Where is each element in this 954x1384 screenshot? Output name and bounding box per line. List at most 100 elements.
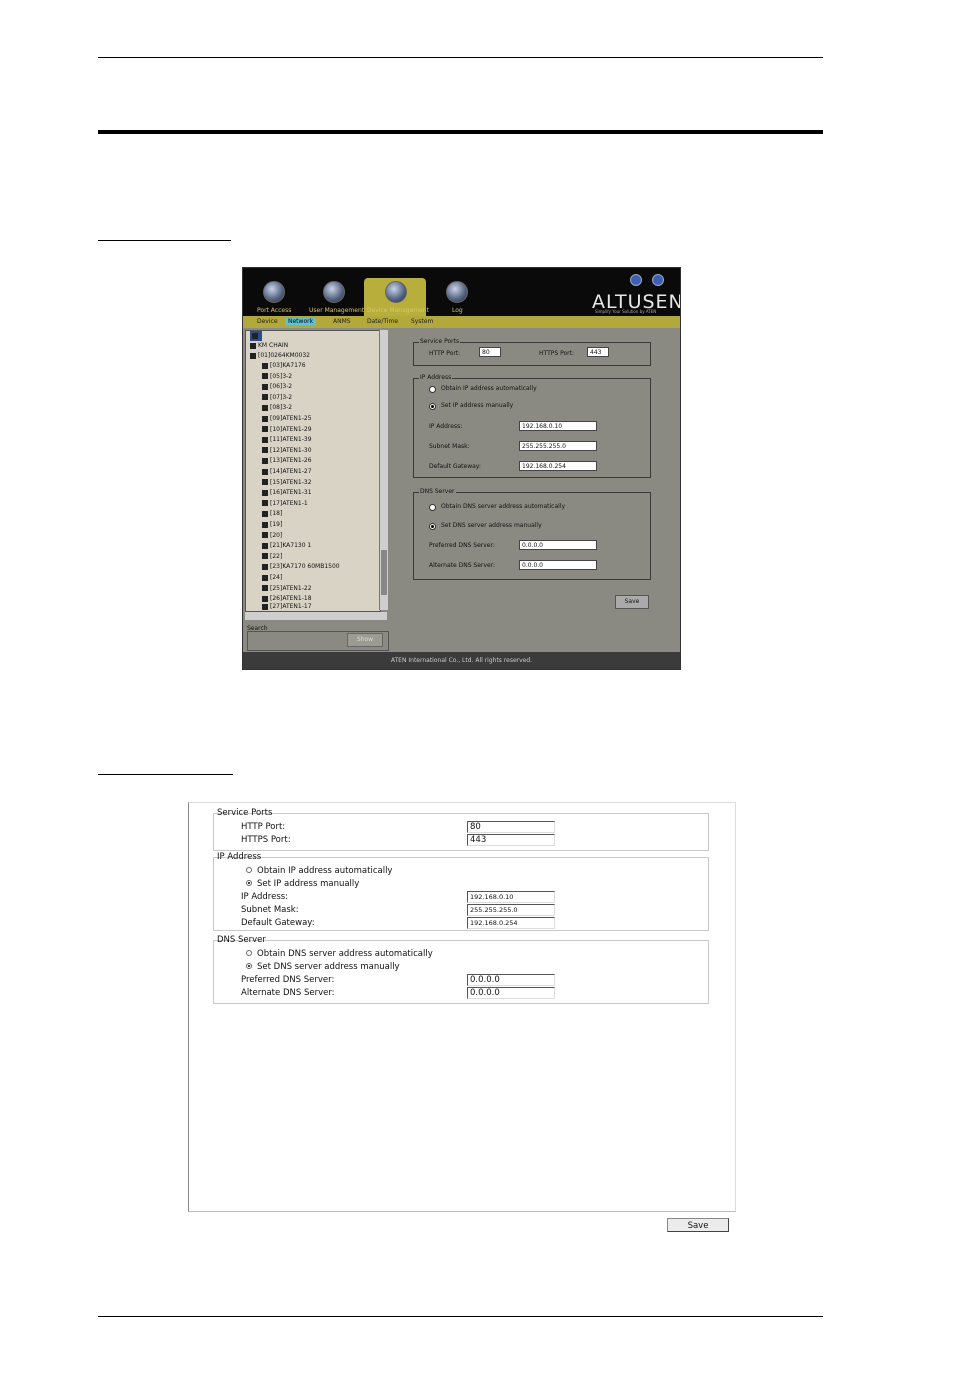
http-port-input[interactable]: 80 — [479, 347, 501, 357]
tree-item[interactable]: [27]ATEN1-17 — [262, 602, 312, 611]
port-icon — [262, 500, 268, 507]
tree-item[interactable]: [21]KA7130 1 — [262, 541, 311, 551]
port-icon — [262, 468, 268, 475]
preferred-dns-input[interactable]: 0.0.0.0 — [519, 540, 597, 550]
altusen-network-screenshot: Port Access User Management Device Manag… — [242, 267, 681, 670]
obtain-ip-auto-radio[interactable] — [246, 867, 252, 873]
tree-item[interactable]: KM CHAIN — [250, 341, 288, 351]
subnet-mask-label: Subnet Mask: — [241, 905, 299, 915]
obtain-ip-auto-radio[interactable] — [429, 386, 436, 393]
ip-address-input[interactable]: 192.168.0.10 — [467, 891, 555, 903]
tree-item[interactable]: [13]ATEN1-26 — [262, 456, 312, 466]
tab-log[interactable]: Log — [452, 307, 463, 314]
port-icon — [262, 521, 268, 528]
tree-horizontal-scrollbar[interactable] — [245, 612, 387, 620]
scroll-thumb[interactable] — [381, 550, 387, 595]
set-dns-manual-radio[interactable] — [246, 963, 252, 969]
logo-tagline: Simplify Your Solution by ATEN — [595, 309, 657, 314]
obtain-ip-auto-label: Obtain IP address automatically — [257, 866, 393, 876]
subtab-date-time[interactable]: Date/Time — [367, 318, 398, 325]
https-port-input[interactable]: 443 — [467, 834, 555, 846]
help-icon[interactable] — [630, 274, 642, 286]
tree-item[interactable]: [17]ATEN1-1 — [262, 499, 308, 509]
tab-device-management[interactable]: Device Management — [367, 307, 429, 314]
user-management-icon[interactable] — [323, 281, 345, 303]
subtab-device[interactable]: Device — [257, 318, 278, 325]
subnet-mask-input[interactable]: 255.255.255.0 — [519, 441, 597, 451]
tree-item[interactable]: [25]ATEN1-22 — [262, 584, 312, 594]
port-access-icon[interactable] — [263, 281, 285, 303]
ip-address-input[interactable]: 192.168.0.10 — [519, 421, 597, 431]
port-icon — [262, 553, 268, 560]
tree-item[interactable]: [14]ATEN1-27 — [262, 467, 312, 477]
tab-user-management[interactable]: User Management — [309, 307, 364, 314]
tree-item[interactable]: [16]ATEN1-31 — [262, 488, 312, 498]
subnet-mask-label: Subnet Mask: — [429, 443, 470, 450]
port-icon — [262, 457, 268, 464]
log-icon[interactable] — [446, 281, 468, 303]
save-button[interactable]: Save — [667, 1218, 729, 1232]
tree-item[interactable]: [24] — [262, 573, 282, 583]
default-gateway-input[interactable]: 192.168.0.254 — [467, 917, 555, 929]
default-gateway-label: Default Gateway: — [241, 918, 315, 928]
port-icon — [262, 436, 268, 443]
show-button[interactable]: Show — [347, 633, 383, 647]
tree-item[interactable]: [08]3-2 — [262, 403, 292, 413]
port-icon — [262, 563, 268, 570]
alternate-dns-input[interactable]: 0.0.0.0 — [467, 987, 555, 999]
ip-address-label: IP Address: — [429, 423, 463, 430]
sub-navigation: Device Network ANMS Date/Time System — [243, 316, 680, 328]
https-port-label: HTTPS Port: — [241, 835, 291, 845]
tree-item[interactable]: [06]3-2 — [262, 382, 292, 392]
alternate-dns-input[interactable]: 0.0.0.0 — [519, 560, 597, 570]
tree-item[interactable]: [03]KA7176 — [262, 361, 306, 371]
obtain-dns-auto-radio[interactable] — [429, 504, 436, 511]
port-icon — [262, 574, 268, 581]
preferred-dns-input[interactable]: 0.0.0.0 — [467, 974, 555, 986]
logout-icon[interactable] — [652, 274, 664, 286]
port-icon — [262, 383, 268, 390]
set-ip-manual-radio[interactable] — [246, 880, 252, 886]
section-underline-1 — [98, 240, 231, 241]
https-port-input[interactable]: 443 — [587, 347, 609, 357]
subtab-network[interactable]: Network — [285, 318, 317, 325]
tree-item[interactable]: [07]3-2 — [262, 393, 292, 403]
tree-item[interactable]: [22] — [262, 552, 282, 562]
tree-item[interactable]: [18] — [262, 509, 282, 519]
port-icon — [262, 394, 268, 401]
dns-server-title: DNS Server — [419, 488, 456, 495]
save-button[interactable]: Save — [615, 595, 649, 609]
set-dns-manual-radio[interactable] — [429, 523, 436, 530]
copyright-footer: ATEN International Co., Ltd. All rights … — [243, 652, 680, 669]
tree-item[interactable]: [10]ATEN1-29 — [262, 425, 312, 435]
tree-item[interactable]: [15]ATEN1-32 — [262, 478, 312, 488]
subtab-system[interactable]: System — [411, 318, 433, 325]
device-tree[interactable]: KM CHAIN [01]0264KM0032 [03]KA7176 [05]3… — [245, 330, 381, 612]
tree-item[interactable]: [12]ATEN1-30 — [262, 446, 312, 456]
tree-item[interactable]: [01]0264KM0032 — [250, 351, 310, 361]
tree-root[interactable] — [250, 331, 262, 341]
port-icon — [262, 415, 268, 422]
footer-rule — [98, 1316, 823, 1317]
tree-item[interactable]: [19] — [262, 520, 282, 530]
http-port-input[interactable]: 80 — [467, 821, 555, 833]
tree-item[interactable]: [05]3-2 — [262, 372, 292, 382]
tree-item[interactable]: [09]ATEN1-25 — [262, 414, 312, 424]
tree-item[interactable]: [11]ATEN1-39 — [262, 435, 312, 445]
tree-item[interactable]: [20] — [262, 531, 282, 541]
tree-item[interactable]: [23]KA7170 60MB1500 — [262, 562, 340, 572]
port-icon — [262, 489, 268, 496]
tree-vertical-scrollbar[interactable] — [379, 330, 388, 610]
obtain-dns-auto-radio[interactable] — [246, 950, 252, 956]
set-ip-manual-label: Set IP address manually — [441, 402, 514, 409]
default-gateway-label: Default Gateway: — [429, 463, 481, 470]
tab-port-access[interactable]: Port Access — [257, 307, 291, 314]
subnet-mask-input[interactable]: 255.255.255.0 — [467, 904, 555, 916]
alternate-dns-label: Alternate DNS Server: — [241, 988, 335, 998]
port-icon — [262, 426, 268, 433]
subtab-anms[interactable]: ANMS — [333, 318, 351, 325]
search-label: Search — [247, 625, 268, 632]
set-ip-manual-radio[interactable] — [429, 403, 436, 410]
device-management-icon[interactable] — [385, 281, 407, 303]
default-gateway-input[interactable]: 192.168.0.254 — [519, 461, 597, 471]
